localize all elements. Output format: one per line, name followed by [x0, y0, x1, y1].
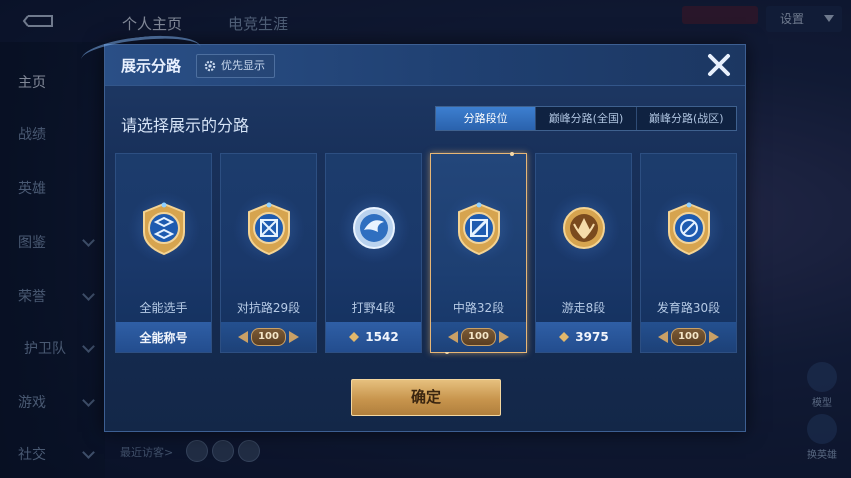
all-round-title: 全能称号 [139, 330, 188, 345]
lane-footer: 全能称号 [116, 322, 211, 352]
lane-name: 打野4段 [351, 301, 396, 315]
wing-left-icon [658, 331, 669, 343]
tab-lane-rank[interactable]: 分路段位 [436, 107, 537, 130]
level-badge: 100 [251, 328, 286, 346]
wing-left-icon [448, 331, 459, 343]
lane-footer: 3975 [536, 322, 631, 352]
wing-left-icon [238, 331, 249, 343]
tab-peak-lane-region[interactable]: 巅峰分路(战区) [637, 107, 736, 130]
clash-lane-icon [248, 202, 290, 256]
lane-card-mid[interactable]: 中路32段 100 [430, 152, 527, 354]
level-badge: 100 [461, 328, 496, 346]
lane-footer: 100 [221, 322, 316, 352]
lane-card-clash[interactable]: 对抗路29段 100 [220, 153, 317, 353]
all-round-icon [143, 202, 185, 256]
lane-display-dialog: 展示分路 优先显示 请选择展示的分路 分路段位 巅峰分路(全国) 巅峰分路(战区… [79, 30, 746, 432]
dialog-title: 展示分路 [121, 57, 182, 75]
lane-footer: 100 [431, 322, 526, 352]
dialog-header: 展示分路 优先显示 [79, 30, 745, 86]
peak-points-icon [559, 332, 570, 342]
lane-card-all-round[interactable]: 全能选手 全能称号 [115, 153, 212, 353]
lane-name: 全能选手 [139, 301, 188, 315]
wing-right-icon [708, 331, 719, 343]
priority-display-button[interactable]: 优先显示 [196, 54, 275, 78]
lane-name: 对抗路29段 [236, 301, 301, 315]
level-badge: 100 [671, 328, 706, 346]
peak-points: 1542 [365, 330, 399, 344]
confirm-button[interactable]: 确定 [351, 379, 501, 416]
wing-right-icon [288, 331, 299, 343]
lane-name: 发育路30段 [656, 301, 721, 315]
tab-peak-lane-national[interactable]: 巅峰分路(全国) [536, 107, 637, 130]
mid-lane-icon [458, 202, 500, 256]
lane-name: 中路32段 [452, 301, 505, 315]
dialog-subtitle: 请选择展示的分路 [121, 116, 250, 135]
lane-card-jungle[interactable]: 打野4段 1542 [325, 153, 422, 353]
close-icon[interactable] [703, 49, 735, 81]
roam-icon [563, 207, 605, 249]
lane-footer: 100 [641, 322, 736, 352]
priority-display-label: 优先显示 [221, 59, 265, 72]
corner-sparkle [510, 152, 514, 156]
lane-name: 游走8段 [561, 301, 606, 315]
farm-lane-icon [668, 202, 710, 256]
lane-card-farm[interactable]: 发育路30段 100 [640, 153, 737, 353]
lane-card-roam[interactable]: 游走8段 3975 [535, 153, 632, 353]
gear-icon [204, 60, 216, 72]
jungle-icon [353, 207, 395, 249]
peak-points-icon [349, 332, 360, 342]
peak-points: 3975 [575, 330, 609, 344]
wing-right-icon [498, 331, 509, 343]
lane-type-tabs: 分路段位 巅峰分路(全国) 巅峰分路(战区) [435, 106, 737, 131]
lane-footer: 1542 [326, 322, 421, 352]
